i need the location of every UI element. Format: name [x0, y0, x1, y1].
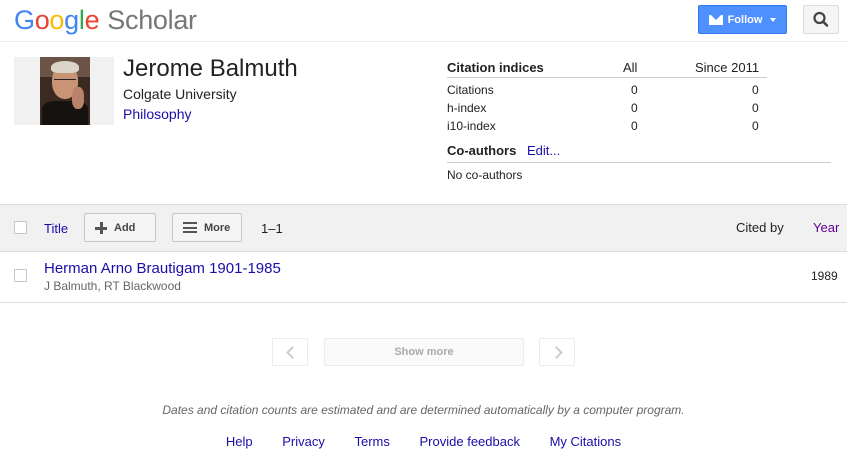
footer-link-feedback[interactable]: Provide feedback — [420, 434, 520, 449]
google-scholar-logo[interactable]: Google Scholar — [14, 3, 197, 37]
profile-affiliation: Colgate University — [123, 86, 237, 102]
coauthors-title: Co-authors — [447, 143, 517, 158]
sort-by-year-link[interactable]: Year — [813, 220, 839, 235]
top-header: Google Scholar Follow — [0, 0, 847, 42]
citation-indices-header: Citation indices All Since 2011 — [447, 57, 767, 78]
row-all-value: 0 — [631, 83, 638, 97]
footer-link-my-citations[interactable]: My Citations — [550, 434, 622, 449]
citation-indices-title: Citation indices — [447, 60, 544, 75]
coauthors-edit-link[interactable]: Edit... — [527, 143, 560, 158]
row-checkbox[interactable] — [14, 269, 27, 282]
envelope-icon — [708, 14, 723, 25]
profile-photo — [40, 57, 90, 125]
coauthors-empty-text: No co-authors — [447, 168, 523, 182]
table-row: Herman Arno Brautigam 1901-1985 J Balmut… — [0, 251, 847, 303]
add-button[interactable]: Add — [84, 213, 156, 242]
profile-name: Jerome Balmuth — [123, 55, 298, 82]
follow-button[interactable]: Follow — [698, 5, 787, 34]
publication-title-link[interactable]: Herman Arno Brautigam 1901-1985 — [44, 260, 281, 277]
row-all-value: 0 — [631, 119, 638, 133]
more-button[interactable]: More — [172, 213, 242, 242]
sort-by-cited-link[interactable]: Cited by — [736, 220, 784, 235]
next-page-button[interactable] — [539, 338, 575, 366]
row-since-value: 0 — [752, 101, 759, 115]
row-since-value: 0 — [752, 83, 759, 97]
citation-row: i10-index 0 0 — [447, 118, 767, 136]
articles-toolbar: Title Add More 1–1 Cited by Year — [0, 204, 847, 252]
footer-link-help[interactable]: Help — [226, 434, 253, 449]
profile-photo-frame — [14, 57, 114, 125]
citation-row: Citations 0 0 — [447, 82, 767, 100]
show-more-button[interactable]: Show more — [324, 338, 524, 366]
search-button[interactable] — [803, 5, 839, 34]
plus-icon — [95, 221, 107, 234]
row-since-value: 0 — [752, 119, 759, 133]
menu-icon — [183, 222, 197, 233]
sort-by-title-link[interactable]: Title — [44, 221, 68, 236]
chevron-down-icon — [770, 17, 777, 22]
select-all-checkbox[interactable] — [14, 221, 27, 234]
coauthors-header: Co-authors Edit... — [447, 143, 831, 163]
citation-row: h-index 0 0 — [447, 100, 767, 118]
column-since: Since 2011 — [695, 60, 760, 75]
follow-label: Follow — [727, 13, 763, 26]
chevron-left-icon — [286, 346, 299, 359]
publication-authors: J Balmuth, RT Blackwood — [44, 279, 181, 293]
row-label: i10-index — [447, 119, 496, 133]
row-label: Citations — [447, 83, 494, 97]
row-label: h-index — [447, 101, 487, 115]
footer-link-privacy[interactable]: Privacy — [282, 434, 325, 449]
previous-page-button[interactable] — [272, 338, 308, 366]
more-label: More — [204, 221, 231, 234]
footer-links: Help Privacy Terms Provide feedback My C… — [0, 434, 847, 449]
column-all: All — [623, 60, 638, 75]
profile-field-link[interactable]: Philosophy — [123, 106, 192, 122]
row-all-value: 0 — [631, 101, 638, 115]
publication-year: 1989 — [811, 269, 838, 283]
search-icon — [813, 11, 829, 27]
disclaimer-note: Dates and citation counts are estimated … — [162, 403, 685, 417]
add-label: Add — [114, 221, 136, 234]
footer-link-terms[interactable]: Terms — [355, 434, 390, 449]
chevron-right-icon — [550, 346, 563, 359]
results-range: 1–1 — [261, 221, 283, 236]
